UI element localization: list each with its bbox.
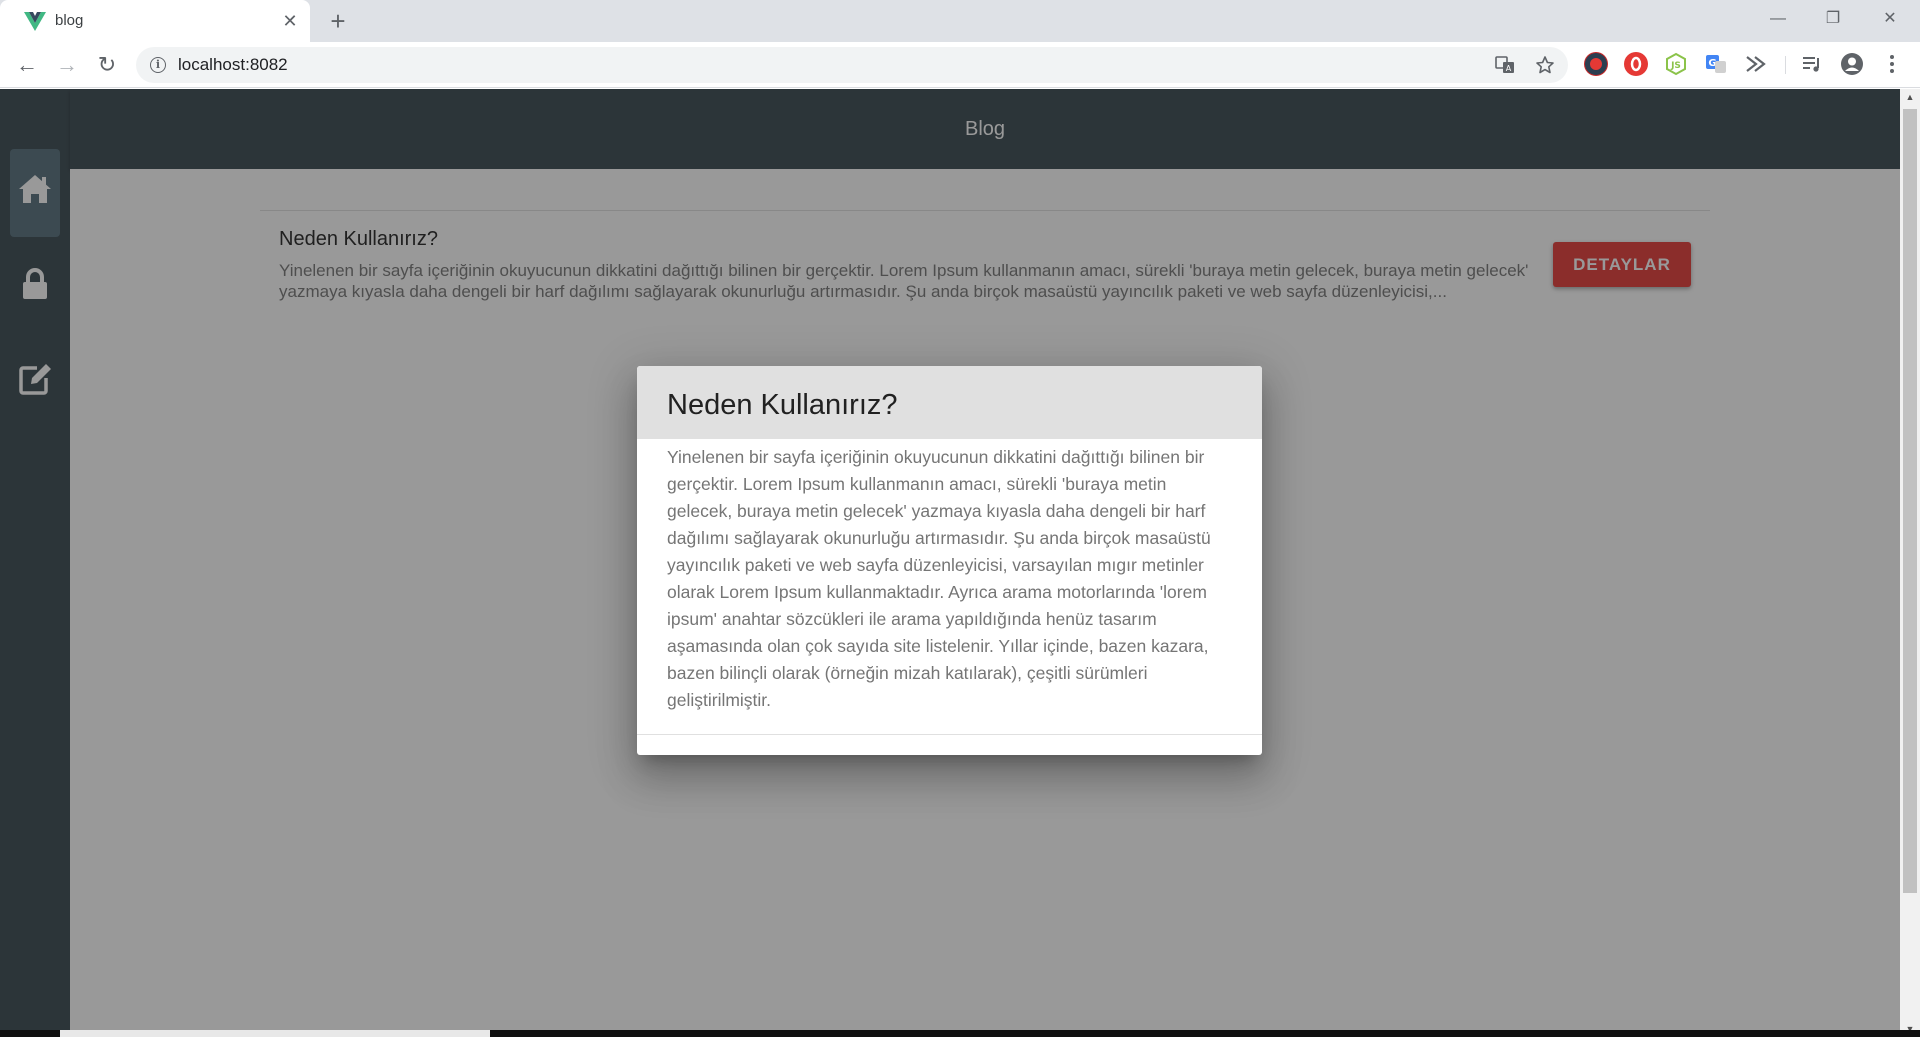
site-info-icon[interactable]: i bbox=[150, 57, 166, 73]
media-control-icon[interactable] bbox=[1800, 52, 1824, 76]
page-viewport: Blog Neden Kullanırız? Yinelenen bir say… bbox=[0, 89, 1920, 1037]
address-bar[interactable]: i localhost:8082 A bbox=[136, 47, 1568, 83]
dialog-header: Neden Kullanırız? bbox=[637, 366, 1262, 439]
taskbar bbox=[0, 1030, 1920, 1037]
nodejs-icon[interactable]: JS bbox=[1664, 52, 1688, 76]
window-close-button[interactable]: ✕ bbox=[1872, 6, 1908, 32]
forward-button[interactable]: → bbox=[54, 52, 80, 78]
send-icon[interactable] bbox=[1744, 52, 1768, 76]
svg-text:JS: JS bbox=[1670, 61, 1681, 71]
browser-tab[interactable]: blog ✕ bbox=[0, 0, 310, 42]
back-button[interactable]: ← bbox=[14, 52, 40, 78]
adblock-icon[interactable] bbox=[1624, 52, 1648, 76]
profile-icon[interactable] bbox=[1840, 52, 1864, 76]
tab-close-icon[interactable]: ✕ bbox=[280, 11, 300, 31]
translate-extension-icon[interactable]: G bbox=[1704, 52, 1728, 76]
extension-icon[interactable] bbox=[1584, 52, 1608, 76]
menu-icon[interactable] bbox=[1880, 52, 1904, 76]
maximize-button[interactable]: ❐ bbox=[1815, 6, 1851, 32]
taskbar-active-item[interactable] bbox=[60, 1030, 490, 1037]
scroll-thumb[interactable] bbox=[1903, 109, 1917, 893]
dialog-body: Yinelenen bir sayfa içeriğinin okuyucunu… bbox=[667, 447, 1211, 710]
page-scrollbar[interactable]: ▲ ▼ bbox=[1900, 89, 1920, 1037]
browser-toolbar: ← → ↻ i localhost:8082 A JS G bbox=[0, 42, 1920, 88]
post-detail-dialog: Neden Kullanırız? Yinelenen bir sayfa iç… bbox=[637, 366, 1262, 755]
dialog-divider bbox=[637, 734, 1262, 735]
bookmark-star-icon[interactable] bbox=[1534, 55, 1556, 75]
translate-icon[interactable]: A bbox=[1494, 55, 1516, 75]
reload-button[interactable]: ↻ bbox=[94, 52, 120, 78]
url-text[interactable]: localhost:8082 bbox=[178, 55, 288, 75]
browser-tab-strip: blog ✕ + — ❐ ✕ bbox=[0, 0, 1920, 42]
dialog-title: Neden Kullanırız? bbox=[667, 389, 898, 421]
svg-text:A: A bbox=[1506, 64, 1512, 73]
vue-logo-icon bbox=[24, 11, 46, 31]
tab-title: blog bbox=[55, 12, 84, 29]
toolbar-separator bbox=[1785, 56, 1786, 74]
new-tab-button[interactable]: + bbox=[325, 8, 351, 34]
scroll-up-arrow-icon[interactable]: ▲ bbox=[1900, 89, 1920, 105]
minimize-button[interactable]: — bbox=[1760, 6, 1796, 32]
